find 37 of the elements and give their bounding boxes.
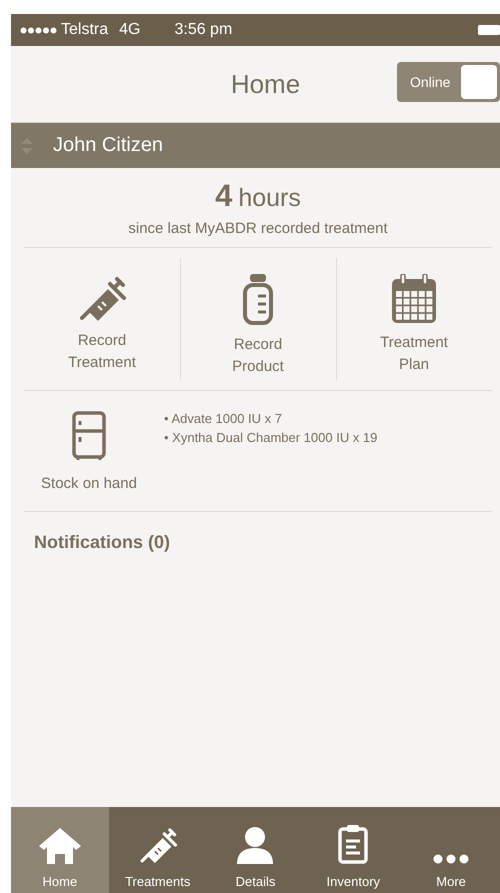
battery-icon	[478, 25, 500, 35]
action-label: Record Treatment	[68, 331, 136, 373]
stock-item: • Advate 1000 IU x 7	[164, 411, 284, 426]
action-tile[interactable]: Treatment Plan	[336, 248, 492, 390]
tab-item[interactable]: Details	[206, 807, 304, 893]
person-icon	[237, 826, 274, 864]
action-label: Record Product	[232, 335, 284, 377]
screen-title: Home	[230, 68, 300, 100]
tab-item[interactable]: More	[402, 807, 500, 893]
home-icon	[38, 828, 81, 864]
action-tile[interactable]: Record Product	[180, 248, 336, 390]
stock-item: • Xyntha Dual Chamber 1000 IU x 19	[164, 430, 378, 445]
bottle-icon	[242, 274, 274, 326]
calendar-icon	[390, 274, 438, 324]
hours-value: 4	[215, 178, 232, 214]
clipboard-icon	[338, 824, 368, 864]
syringe-icon	[138, 826, 177, 864]
patient-name: John Citizen	[53, 134, 164, 157]
summary-caption: since last MyABDR recorded treatment	[128, 220, 388, 237]
tab-item[interactable]: Inventory	[304, 807, 402, 893]
stock-tile[interactable]: Stock on hand	[24, 391, 154, 511]
action-label: Treatment Plan	[380, 333, 448, 375]
online-toggle[interactable]: Online	[397, 62, 500, 102]
hours-unit: hours	[238, 184, 301, 213]
carrier-name: Telstra	[61, 21, 108, 39]
signal-icon	[20, 26, 58, 34]
notifications-heading: Notifications (0)	[34, 532, 172, 553]
tab-item[interactable]: Home	[11, 807, 109, 893]
fridge-icon	[72, 411, 106, 461]
stock-label: Stock on hand	[41, 475, 137, 492]
patient-bar[interactable]: John Citizen	[11, 123, 500, 168]
tab-item[interactable]: Treatments	[108, 807, 207, 893]
network-type: 4G	[119, 21, 140, 39]
action-tile[interactable]: Record Treatment	[24, 248, 180, 390]
syringe-icon	[78, 274, 126, 322]
more-icon	[433, 854, 470, 864]
clock-time: 3:56 pm	[174, 21, 232, 39]
